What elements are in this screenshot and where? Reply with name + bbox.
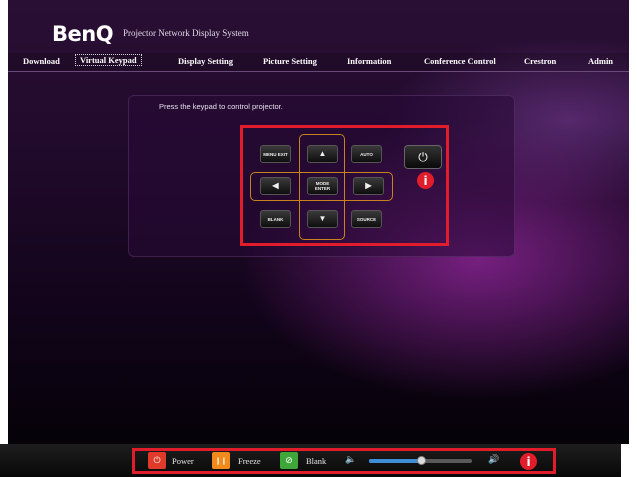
tab-download[interactable]: Download: [23, 56, 60, 66]
right-button[interactable]: ▶: [353, 177, 384, 195]
power-quick-button[interactable]: ⏻: [148, 452, 166, 469]
info-marker-keypad: i: [417, 172, 434, 189]
volume-down-icon[interactable]: 🔈: [345, 455, 356, 465]
tab-crestron[interactable]: Crestron: [524, 56, 556, 66]
freeze-label: Freeze: [238, 456, 261, 466]
tab-picture-setting[interactable]: Picture Setting: [263, 56, 317, 66]
auto-button[interactable]: AUTO: [351, 145, 382, 163]
up-arrow-icon: ▲: [318, 149, 327, 158]
nav-bar: Download Virtual Keypad Display Setting …: [8, 53, 629, 72]
blank-icon: ⊘: [285, 455, 293, 466]
power-icon: ⏻: [418, 149, 428, 164]
keypad-instructions: Press the keypad to control projector.: [159, 102, 283, 111]
tab-conference-control[interactable]: Conference Control: [424, 56, 496, 66]
up-button[interactable]: ▲: [307, 145, 338, 163]
tab-information[interactable]: Information: [347, 56, 391, 66]
down-arrow-icon: ▼: [318, 214, 327, 223]
benq-logo: BenQ: [52, 22, 114, 46]
volume-slider-handle[interactable]: [416, 456, 426, 465]
right-arrow-icon: ▶: [365, 181, 372, 190]
system-title: Projector Network Display System: [123, 28, 249, 38]
left-button[interactable]: ◀: [260, 177, 291, 195]
source-button[interactable]: SOURCE: [351, 210, 382, 228]
blank-button[interactable]: BLANK: [260, 210, 291, 228]
mode-enter-button[interactable]: MODE ENTER: [307, 177, 338, 195]
freeze-icon: ❙❙: [215, 456, 227, 465]
left-arrow-icon: ◀: [272, 181, 279, 190]
tab-admin[interactable]: Admin: [588, 56, 613, 66]
menu-exit-button[interactable]: MENU EXIT: [260, 145, 291, 163]
power-label: Power: [172, 456, 194, 466]
volume-fill: [369, 459, 421, 463]
power-button[interactable]: ⏻: [404, 145, 442, 169]
power-icon: ⏻: [153, 455, 161, 466]
freeze-button[interactable]: ❙❙: [212, 452, 230, 469]
blank-quick-button[interactable]: ⊘: [280, 452, 298, 469]
down-button[interactable]: ▼: [307, 210, 338, 228]
volume-up-icon[interactable]: 🔊: [488, 455, 499, 465]
tab-display-setting[interactable]: Display Setting: [178, 56, 233, 66]
tab-virtual-keypad[interactable]: Virtual Keypad: [75, 54, 142, 66]
blank-label: Blank: [306, 456, 327, 466]
info-marker-bottom: i: [520, 453, 537, 470]
